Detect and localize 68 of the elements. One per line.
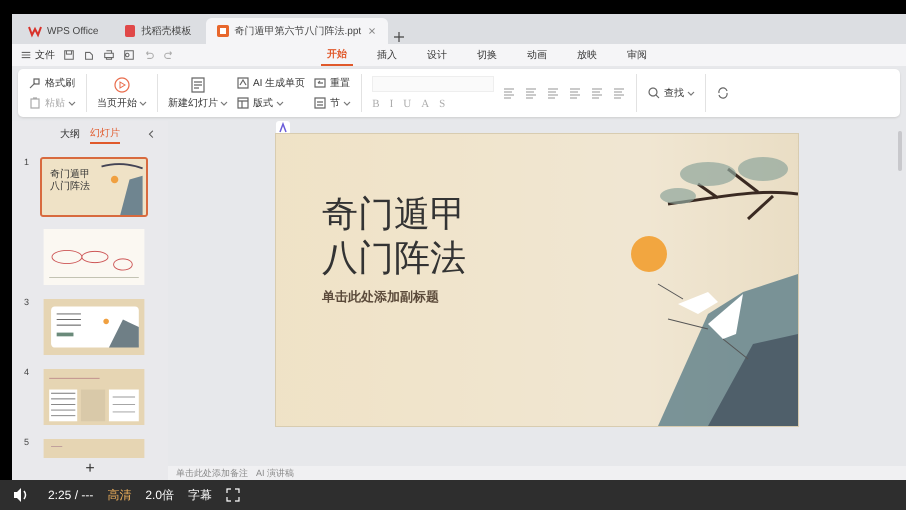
caret-icon bbox=[139, 100, 147, 106]
ribbon-button[interactable]: 版式 bbox=[236, 96, 306, 110]
file-menu[interactable]: 文件 bbox=[20, 48, 55, 62]
caret-icon bbox=[220, 100, 228, 106]
play-circle-icon[interactable] bbox=[113, 76, 131, 94]
presentation-icon[interactable] bbox=[216, 24, 230, 38]
ribbon-button[interactable]: AI 生成单页 bbox=[236, 76, 306, 90]
ribbon-button[interactable]: 格式刷 bbox=[28, 76, 76, 90]
slide-number: 4 bbox=[24, 367, 30, 379]
panel-tab[interactable]: 大纲 bbox=[60, 125, 80, 143]
subtitles-button[interactable]: 字幕 bbox=[188, 486, 212, 504]
app-tab[interactable]: 奇门遁甲第六节八门阵法.ppt bbox=[206, 18, 388, 44]
align-icon[interactable] bbox=[502, 86, 516, 100]
slide-subtitle: 单击此处添加副标题 bbox=[322, 288, 440, 306]
align-icon[interactable] bbox=[568, 86, 582, 100]
reset-icon[interactable] bbox=[313, 76, 328, 90]
slide-number: 5 bbox=[24, 437, 30, 449]
ai-page-icon[interactable] bbox=[236, 76, 250, 90]
ribbon-button[interactable]: 节 bbox=[313, 96, 352, 110]
brush-icon[interactable] bbox=[28, 76, 42, 90]
slide-number: 3 bbox=[24, 297, 30, 309]
export-icon[interactable] bbox=[83, 49, 95, 61]
ribbon-button[interactable]: 查找 bbox=[647, 86, 696, 100]
undo-icon[interactable] bbox=[143, 49, 155, 61]
playback-time: 2:25 / --- bbox=[48, 488, 94, 502]
ribbon-button[interactable]: 重置 bbox=[313, 76, 352, 90]
quality-button[interactable]: 高清 bbox=[107, 486, 132, 504]
ribbon-button[interactable]: 当页开始 bbox=[97, 76, 147, 110]
align-icon[interactable] bbox=[546, 86, 560, 100]
template-icon[interactable] bbox=[122, 24, 136, 38]
redo-icon[interactable] bbox=[163, 49, 175, 61]
layout-icon[interactable] bbox=[236, 96, 250, 110]
wps-logo-icon[interactable] bbox=[28, 24, 42, 38]
new-slide-icon[interactable] bbox=[189, 76, 207, 94]
section-icon[interactable] bbox=[313, 96, 328, 110]
ribbon-tab[interactable]: 插入 bbox=[371, 45, 403, 65]
caret-icon bbox=[276, 100, 284, 106]
ribbon-tab[interactable]: 动画 bbox=[521, 45, 553, 65]
caret-icon bbox=[343, 100, 352, 106]
app-tab[interactable]: 找稻壳模板 bbox=[112, 18, 202, 44]
preview-icon[interactable] bbox=[123, 49, 135, 61]
speed-button[interactable]: 2.0倍 bbox=[145, 486, 174, 504]
ribbon-tab[interactable]: 审阅 bbox=[621, 45, 653, 65]
fullscreen-icon[interactable] bbox=[226, 488, 240, 502]
caret-icon bbox=[68, 100, 76, 106]
align-icon[interactable] bbox=[590, 86, 604, 100]
new-tab-icon[interactable] bbox=[392, 30, 406, 44]
app-tab[interactable]: WPS Office bbox=[18, 18, 108, 44]
align-icon[interactable] bbox=[612, 86, 626, 100]
caret-icon bbox=[687, 90, 696, 96]
thumbnail-title: 八门阵法 bbox=[50, 181, 90, 193]
slide-number: 1 bbox=[24, 157, 30, 169]
thumbnail-title: 奇门遁甲 bbox=[50, 169, 90, 180]
slide-title: 奇门遁甲 bbox=[322, 193, 466, 236]
ribbon-tab[interactable]: 设计 bbox=[421, 45, 453, 65]
save-icon[interactable] bbox=[63, 49, 75, 61]
slide-title: 八门阵法 bbox=[322, 237, 466, 280]
add-slide-button[interactable]: + bbox=[81, 460, 99, 478]
ribbon-tab[interactable]: 放映 bbox=[571, 45, 603, 65]
slide-thumbnail[interactable]: 奇门遁甲 八门阵法 bbox=[40, 157, 148, 217]
ribbon-tab[interactable]: 切换 bbox=[471, 45, 503, 65]
menu-icon bbox=[20, 49, 32, 61]
print-icon[interactable] bbox=[103, 49, 115, 61]
ribbon-button[interactable]: 新建幻灯片 bbox=[168, 76, 228, 110]
sync-icon[interactable] bbox=[716, 86, 730, 100]
find-icon[interactable] bbox=[647, 86, 662, 100]
scrollbar[interactable] bbox=[898, 131, 902, 171]
align-icon[interactable] bbox=[524, 86, 538, 100]
